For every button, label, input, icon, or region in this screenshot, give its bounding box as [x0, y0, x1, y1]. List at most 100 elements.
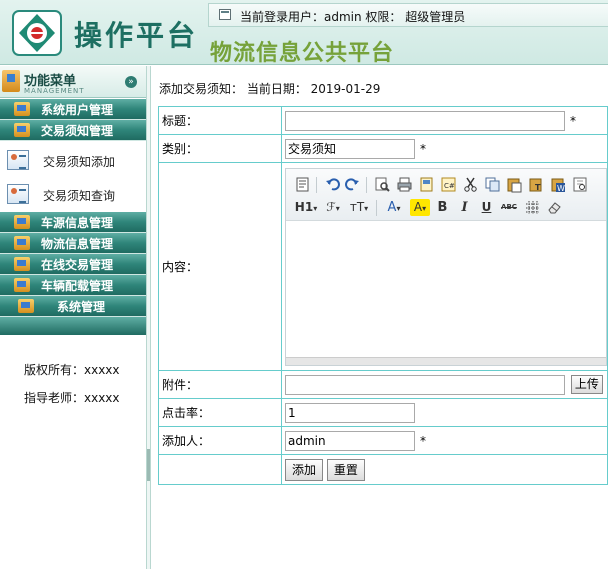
credits: 版权所有：xxxxx 指导老师：xxxxx [24, 356, 120, 412]
cut-icon[interactable] [462, 176, 479, 193]
main-content: 添加交易须知： 当前日期： 2019-01-29 标题： * 类别： 交易须知 *… [151, 66, 608, 569]
menu-footer-bar [0, 317, 146, 335]
heading-dropdown[interactable]: H1▾ [294, 199, 318, 216]
underline-button[interactable]: U [478, 199, 495, 216]
font-size-dropdown[interactable]: тT▾ [348, 199, 370, 216]
editor-toolbar: C# T W H1▾ ℱ▾ тT▾ A▾ A▾ B I U ABC [286, 168, 606, 221]
menu-subtitle: MANAGEMENT [24, 87, 85, 95]
clicks-input[interactable]: 1 [285, 402, 415, 423]
heading-icon: H1 [294, 199, 314, 214]
attachment-input[interactable] [285, 374, 565, 395]
form-row-adder: 添加人： admin * [158, 426, 608, 455]
form-row-title: 标题： * [158, 106, 608, 135]
editor-horizontal-scrollbar[interactable] [286, 356, 606, 365]
page-title: 添加交易须知： 当前日期： 2019-01-29 [159, 82, 381, 96]
folder-icon [14, 123, 30, 137]
sidebar-group-trade-notice[interactable]: 交易须知管理 [0, 120, 146, 141]
title-label: 标题： [158, 106, 282, 135]
content-label: 内容： [158, 162, 282, 371]
code-icon[interactable]: C# [440, 176, 457, 193]
sidebar-item-label: 交易须知添加 [43, 155, 116, 169]
reset-button[interactable]: 重置 [326, 458, 365, 481]
sidebar-item-query-notice[interactable]: 交易须知查询 [0, 176, 146, 211]
form-row-clicks: 点击率： 1 [158, 398, 608, 427]
form-row-actions: 添加 重置 [158, 454, 608, 485]
sidebar-group-label: 物流信息管理 [41, 237, 114, 251]
italic-icon: I [461, 199, 468, 215]
site-title: 物流信息公共平台 [210, 40, 395, 66]
form-row-content: 内容： C# T W H1▾ ℱ▾ тT▾ A▾ A▾ B I U ABC [158, 162, 608, 371]
sidebar-group-online-trade[interactable]: 在线交易管理 [0, 254, 146, 275]
splitter-handle[interactable] [147, 449, 150, 481]
paste-icon[interactable] [506, 176, 523, 193]
table-icon[interactable] [524, 199, 541, 216]
required-mark: * [420, 141, 426, 156]
folder-icon [14, 236, 30, 250]
clicks-label: 点击率： [158, 398, 282, 427]
template-icon[interactable] [418, 176, 435, 193]
font-family-dropdown[interactable]: ℱ▾ [322, 199, 344, 216]
add-notice-form: 标题： * 类别： 交易须知 * 内容： C# T W H1▾ ℱ▾ тT▾ A… [158, 106, 608, 485]
font-size-icon: тT [349, 199, 365, 214]
sidebar-item-add-notice[interactable]: 交易须知添加 [0, 142, 146, 177]
upload-button[interactable]: 上传 [570, 375, 603, 394]
title-input[interactable] [285, 110, 565, 131]
preview-icon[interactable] [374, 176, 391, 193]
font-color-dropdown[interactable]: A▾ [384, 199, 404, 216]
redo-icon[interactable] [344, 176, 361, 193]
sidebar-group-label: 系统管理 [57, 300, 106, 314]
highlight-icon: A [413, 199, 423, 214]
highlight-dropdown[interactable]: A▾ [410, 198, 430, 216]
window-icon [219, 9, 231, 20]
sidebar-group-logistics-info[interactable]: 物流信息管理 [0, 233, 146, 254]
form-add-icon [7, 150, 29, 170]
teacher-text: 指导老师：xxxxx [24, 391, 120, 405]
print-icon[interactable] [396, 176, 413, 193]
sidebar-group-system-users[interactable]: 系统用户管理 [0, 99, 146, 120]
brand-name: 操作平台 [74, 19, 199, 52]
app-header: 操作平台 当前登录用户：admin 权限： 超级管理员 物流信息公共平台 [0, 0, 608, 66]
underline-icon: U [481, 199, 492, 214]
sidebar: 功能菜单 MANAGEMENT » 系统用户管理 交易须知管理 交易须知添加 交… [0, 66, 146, 569]
add-button[interactable]: 添加 [285, 458, 324, 481]
attachment-label: 附件： [158, 370, 282, 399]
user-info-text: 当前登录用户：admin 权限： 超级管理员 [240, 10, 466, 24]
category-input[interactable]: 交易须知 [285, 138, 415, 159]
folder-icon [14, 278, 30, 292]
form-row-category: 类别： 交易须知 * [158, 134, 608, 163]
menu-header: 功能菜单 MANAGEMENT » [0, 66, 146, 98]
folder-icon [14, 257, 30, 271]
collapse-menu-icon[interactable]: » [125, 76, 137, 88]
form-row-attachment: 附件： 上传 [158, 370, 608, 399]
sidebar-item-label: 交易须知查询 [43, 189, 116, 203]
font-family-icon: ℱ [326, 199, 336, 214]
editor-body[interactable] [286, 222, 606, 359]
find-icon[interactable] [572, 176, 589, 193]
paste-word-icon[interactable]: W [550, 176, 567, 193]
svg-text:W: W [557, 184, 565, 193]
copy-icon[interactable] [484, 176, 501, 193]
rich-text-editor: C# T W H1▾ ℱ▾ тT▾ A▾ A▾ B I U ABC [285, 167, 607, 366]
sidebar-group-system-admin[interactable]: 系统管理 [0, 296, 146, 317]
sidebar-group-label: 系统用户管理 [41, 103, 114, 117]
sidebar-group-label: 车源信息管理 [41, 216, 114, 230]
copyright-text: 版权所有：xxxxx [24, 363, 120, 377]
bold-button[interactable]: B [434, 199, 451, 216]
strikethrough-button[interactable]: ABC [498, 199, 520, 216]
italic-button[interactable]: I [456, 199, 473, 216]
adder-input[interactable]: admin [285, 430, 415, 451]
adder-label: 添加人： [158, 426, 282, 455]
required-mark: * [420, 433, 426, 448]
menu-icon [2, 70, 20, 92]
folder-icon [14, 102, 30, 116]
sidebar-group-vehicle-info[interactable]: 车源信息管理 [0, 212, 146, 233]
sidebar-group-label: 交易须知管理 [41, 124, 114, 138]
bold-icon: B [437, 199, 448, 215]
source-icon[interactable] [294, 176, 311, 193]
eraser-icon[interactable] [546, 199, 563, 216]
undo-icon[interactable] [324, 176, 341, 193]
sidebar-group-vehicle-loading[interactable]: 车辆配载管理 [0, 275, 146, 296]
folder-icon [18, 299, 34, 313]
paste-text-icon[interactable]: T [528, 176, 545, 193]
user-info-bar: 当前登录用户：admin 权限： 超级管理员 [208, 3, 608, 27]
